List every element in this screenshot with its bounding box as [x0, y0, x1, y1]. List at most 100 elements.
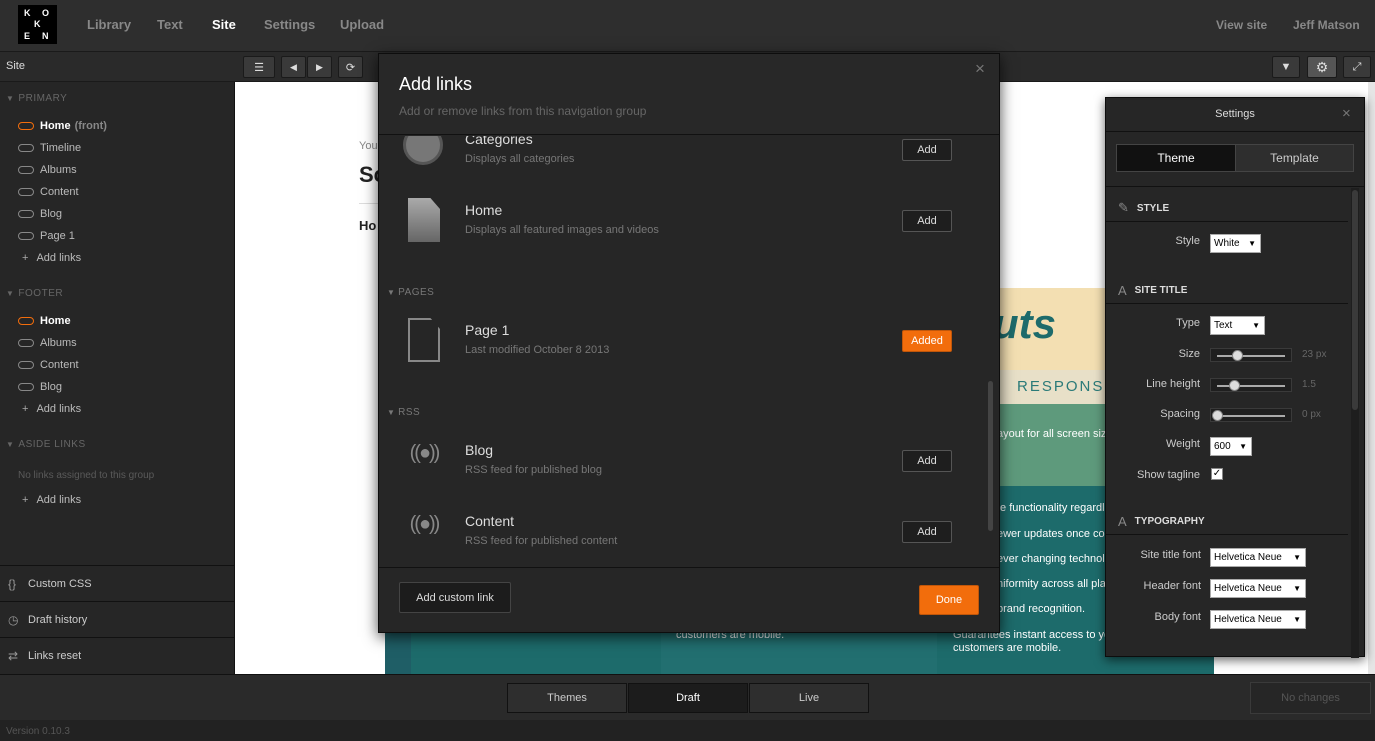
- add-links-primary[interactable]: + Add links: [22, 252, 81, 264]
- link-label: Blog: [40, 208, 63, 220]
- tab-template[interactable]: Template: [1235, 144, 1354, 172]
- back-button[interactable]: ◀: [281, 56, 306, 78]
- sidebar-link-home[interactable]: Home (front): [18, 120, 107, 132]
- settings-scrollbar[interactable]: [1351, 188, 1359, 658]
- filter-button[interactable]: ▼: [1272, 56, 1300, 78]
- draft-history-button[interactable]: ◷ Draft history: [0, 601, 235, 637]
- add-content-button[interactable]: Add: [902, 521, 952, 543]
- type-select[interactable]: Text ▼: [1210, 316, 1265, 335]
- nav-library[interactable]: Library: [87, 17, 131, 32]
- sidebar-link-footer-content[interactable]: Content: [18, 359, 79, 371]
- slider-knob[interactable]: [1212, 410, 1223, 421]
- settings-divider: [1106, 131, 1364, 132]
- select-value: Helvetica Neue: [1214, 614, 1282, 625]
- banner-right-col-text: customers are mobile.: [953, 642, 1062, 654]
- view-site-link[interactable]: View site: [1216, 18, 1267, 32]
- header-font-label: Header font: [1143, 580, 1201, 592]
- style-label: Style: [1175, 235, 1200, 247]
- settings-toggle-button[interactable]: ⚙: [1307, 56, 1337, 78]
- site-title-font-select[interactable]: Helvetica Neue ▼: [1210, 548, 1306, 567]
- modal-close-icon[interactable]: ×: [975, 59, 985, 79]
- settings-divider: [1106, 186, 1364, 187]
- plus-icon: +: [22, 403, 29, 415]
- item-title: Categories: [465, 136, 533, 147]
- add-links-aside[interactable]: + Add links: [22, 494, 81, 506]
- koken-logo[interactable]: K O K E N: [18, 5, 57, 44]
- live-button[interactable]: Live: [749, 683, 869, 713]
- sidebar-link-footer-albums[interactable]: Albums: [18, 337, 77, 349]
- refresh-button[interactable]: ⟳: [338, 56, 363, 78]
- fullscreen-button[interactable]: ⤢: [1343, 56, 1371, 78]
- nav-text[interactable]: Text: [157, 17, 183, 32]
- modal-list: Categories Displays all categories Add H…: [379, 136, 999, 568]
- checkmark-icon: ✓: [1212, 468, 1222, 479]
- size-slider[interactable]: [1210, 348, 1292, 362]
- sidebar-link-footer-home[interactable]: Home: [18, 315, 71, 327]
- user-menu[interactable]: Jeff Matson: [1293, 18, 1360, 32]
- rss-broadcast-icon: ((●)): [409, 442, 441, 464]
- sidebar-toggle-button[interactable]: ☰: [243, 56, 275, 78]
- link-label: Albums: [40, 164, 77, 176]
- banner-line: ewer updates once cod: [997, 528, 1111, 540]
- list-item: ((●)) Content RSS feed for published con…: [379, 501, 999, 561]
- group-header-aside[interactable]: ▼ ASIDE LINKS: [6, 439, 86, 450]
- no-changes-button[interactable]: No changes: [1250, 682, 1371, 714]
- link-icon: [18, 361, 34, 369]
- add-custom-link-button[interactable]: Add custom link: [399, 582, 511, 613]
- modal-scroll-thumb[interactable]: [988, 381, 993, 531]
- done-button[interactable]: Done: [919, 585, 979, 615]
- spacing-slider[interactable]: [1210, 408, 1292, 422]
- show-tagline-checkbox[interactable]: ✓: [1211, 468, 1223, 480]
- tab-theme[interactable]: Theme: [1116, 144, 1236, 172]
- slider-knob[interactable]: [1232, 350, 1244, 361]
- clock-icon: ◷: [8, 612, 19, 627]
- modal-footer-divider: [379, 567, 999, 568]
- chevron-down-icon: ▼: [1293, 553, 1301, 562]
- page-outline-icon: [408, 318, 440, 362]
- sidebar-link-content[interactable]: Content: [18, 186, 79, 198]
- document-icon: [408, 198, 440, 242]
- banner-line: brand recognition.: [997, 603, 1086, 615]
- sidebar-link-albums[interactable]: Albums: [18, 164, 77, 176]
- nav-upload[interactable]: Upload: [340, 17, 384, 32]
- links-reset-button[interactable]: ⇄ Links reset: [0, 637, 235, 673]
- custom-css-button[interactable]: {} Custom CSS: [0, 565, 235, 601]
- item-title: Blog: [465, 442, 494, 458]
- weight-select[interactable]: 600 ▼: [1210, 437, 1252, 456]
- arrow-right-icon: ▶: [316, 61, 323, 72]
- add-links-footer[interactable]: + Add links: [22, 403, 81, 415]
- add-categories-button[interactable]: Add: [902, 139, 952, 161]
- scroll-thumb[interactable]: [1352, 190, 1358, 410]
- add-blog-button[interactable]: Add: [902, 450, 952, 472]
- sidebar-link-timeline[interactable]: Timeline: [18, 142, 81, 154]
- body-font-select[interactable]: Helvetica Neue ▼: [1210, 610, 1306, 629]
- added-page1-button[interactable]: Added: [902, 330, 952, 352]
- themes-button[interactable]: Themes: [507, 683, 627, 713]
- preview-you-text: You: [359, 140, 378, 152]
- show-tagline-label: Show tagline: [1137, 469, 1200, 481]
- group-header-footer[interactable]: ▼ FOOTER: [6, 288, 63, 299]
- group-title: ASIDE LINKS: [18, 439, 86, 450]
- sidebar-link-blog[interactable]: Blog: [18, 208, 62, 220]
- draft-button[interactable]: Draft: [628, 683, 748, 713]
- logo-letter: O: [42, 8, 50, 18]
- style-select[interactable]: White ▼: [1210, 234, 1261, 253]
- sidebar-link-footer-blog[interactable]: Blog: [18, 381, 62, 393]
- nav-site[interactable]: Site: [212, 17, 236, 32]
- add-home-button[interactable]: Add: [902, 210, 952, 232]
- slider-knob[interactable]: [1228, 380, 1240, 391]
- group-label: PAGES: [398, 287, 435, 298]
- nav-settings[interactable]: Settings: [264, 17, 315, 32]
- preview-scrollbar[interactable]: [1368, 82, 1375, 674]
- header-font-select[interactable]: Helvetica Neue ▼: [1210, 579, 1306, 598]
- select-value: Helvetica Neue: [1214, 583, 1282, 594]
- spacing-value: 0 px: [1302, 409, 1321, 420]
- plus-icon: +: [22, 252, 29, 264]
- forward-button[interactable]: ▶: [307, 56, 332, 78]
- preview-nav-home: Ho: [359, 218, 377, 233]
- sidebar-link-page1[interactable]: Page 1: [18, 230, 75, 242]
- link-icon: [18, 188, 34, 196]
- group-header-primary[interactable]: ▼ PRIMARY: [6, 93, 67, 104]
- settings-close-icon[interactable]: ×: [1342, 105, 1351, 122]
- line-height-slider[interactable]: [1210, 378, 1292, 392]
